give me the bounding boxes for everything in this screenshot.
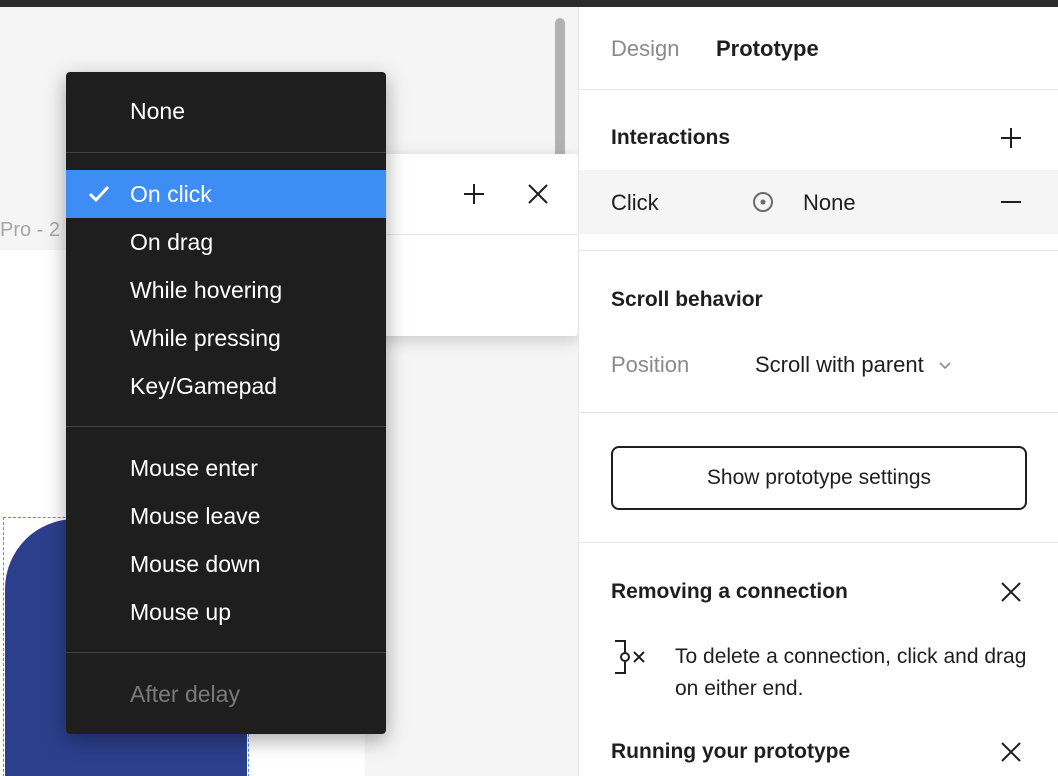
divider bbox=[579, 412, 1058, 413]
add-interaction-icon[interactable] bbox=[995, 122, 1027, 154]
properties-panel: Design Prototype Interactions Click None… bbox=[578, 7, 1058, 776]
tab-prototype[interactable]: Prototype bbox=[716, 36, 819, 62]
menu-item-after-delay: After delay bbox=[130, 681, 240, 707]
interaction-action[interactable]: None bbox=[803, 190, 856, 216]
checkmark-icon bbox=[88, 184, 110, 204]
removing-connection-title: Removing a connection bbox=[611, 580, 848, 603]
interaction-trigger[interactable]: Click bbox=[611, 190, 659, 216]
menu-separator bbox=[66, 426, 386, 427]
menu-item-while-hovering[interactable]: While hovering bbox=[66, 266, 386, 314]
frame-label[interactable]: Pro - 2 bbox=[0, 219, 60, 242]
menu-item-mouse-down[interactable]: Mouse down bbox=[66, 540, 386, 588]
chevron-down-icon bbox=[938, 361, 952, 371]
menu-item-mouse-up[interactable]: Mouse up bbox=[66, 588, 386, 636]
running-prototype-title: Running your prototype bbox=[611, 740, 851, 763]
target-icon bbox=[747, 186, 779, 218]
position-select-value: Scroll with parent bbox=[755, 352, 924, 377]
menu-item-mouse-leave[interactable]: Mouse leave bbox=[66, 492, 386, 540]
trigger-dropdown-menu: None On click On drag While hovering Whi… bbox=[66, 72, 386, 734]
close-icon[interactable] bbox=[522, 178, 554, 210]
canvas-scrollbar[interactable] bbox=[555, 18, 565, 168]
remove-interaction-icon[interactable] bbox=[995, 186, 1027, 218]
menu-item-on-drag[interactable]: On drag bbox=[66, 218, 386, 266]
menu-item-key-gamepad[interactable]: Key/Gamepad bbox=[66, 362, 386, 410]
menu-item-on-click[interactable]: On click bbox=[66, 170, 386, 218]
divider bbox=[579, 89, 1058, 90]
menu-item-mouse-enter[interactable]: Mouse enter bbox=[66, 444, 386, 492]
divider bbox=[579, 542, 1058, 543]
tab-design[interactable]: Design bbox=[611, 36, 679, 62]
show-prototype-settings-button[interactable]: Show prototype settings bbox=[611, 446, 1027, 510]
divider bbox=[579, 250, 1058, 251]
menu-separator bbox=[66, 652, 386, 653]
close-tip-icon[interactable] bbox=[995, 576, 1027, 608]
position-select[interactable]: Scroll with parent bbox=[755, 352, 952, 378]
menu-item-while-pressing[interactable]: While pressing bbox=[66, 314, 386, 362]
app-top-bar bbox=[0, 0, 1058, 7]
menu-separator bbox=[66, 152, 386, 153]
close-tip-icon[interactable] bbox=[995, 736, 1027, 768]
menu-item-none[interactable]: None bbox=[66, 87, 386, 135]
removing-connection-text: To delete a connection, click and drag o… bbox=[675, 645, 1027, 700]
connection-handle-icon bbox=[611, 637, 651, 677]
scroll-behavior-title: Scroll behavior bbox=[611, 288, 763, 311]
position-label: Position bbox=[611, 352, 690, 377]
menu-item-label: On click bbox=[130, 181, 212, 207]
interactions-title: Interactions bbox=[611, 126, 731, 149]
add-icon[interactable] bbox=[458, 178, 490, 210]
